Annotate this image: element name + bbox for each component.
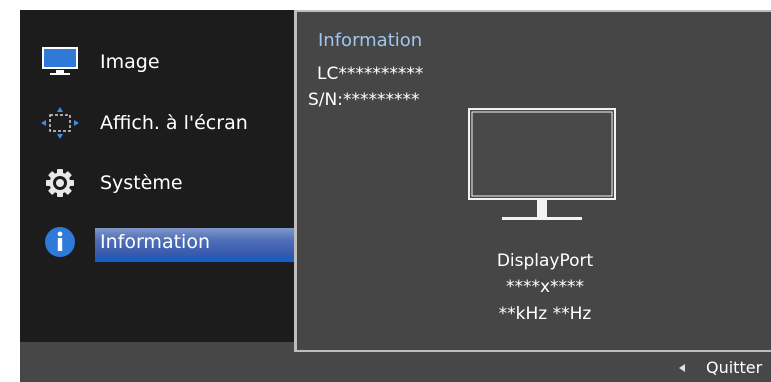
resolution: ****x**** (505, 277, 585, 297)
menu-item-image[interactable]: Image (20, 42, 295, 82)
osd-menu: Image Affich. à l'écran Système Informat… (20, 10, 771, 382)
input-source: DisplayPort (496, 251, 594, 271)
main-menu: Image Affich. à l'écran Système Informat… (20, 10, 295, 342)
quit-button[interactable]: Quitter (706, 358, 762, 377)
info-icon (37, 224, 83, 260)
panel-title: Information (318, 30, 423, 51)
model-name: LC********** (317, 64, 424, 84)
gear-icon (37, 165, 83, 201)
menu-item-label: Système (100, 172, 183, 194)
menu-item-system[interactable]: Système (20, 163, 295, 203)
serial-number: S/N:********* (308, 90, 420, 110)
monitor-icon (468, 108, 618, 232)
picture-icon (37, 44, 83, 80)
onscreen-display-icon (37, 105, 83, 141)
menu-item-label: Information (100, 231, 210, 253)
frequency: **kHz **Hz (498, 304, 592, 324)
information-panel: Information LC********** S/N:********* D… (294, 10, 771, 352)
menu-item-onscreen-display[interactable]: Affich. à l'écran (20, 103, 295, 143)
left-arrow-icon[interactable] (679, 364, 685, 372)
menu-item-information[interactable]: Information (20, 222, 295, 262)
bottom-bar (20, 352, 771, 382)
menu-item-label: Image (100, 51, 160, 73)
menu-item-label: Affich. à l'écran (100, 112, 248, 134)
